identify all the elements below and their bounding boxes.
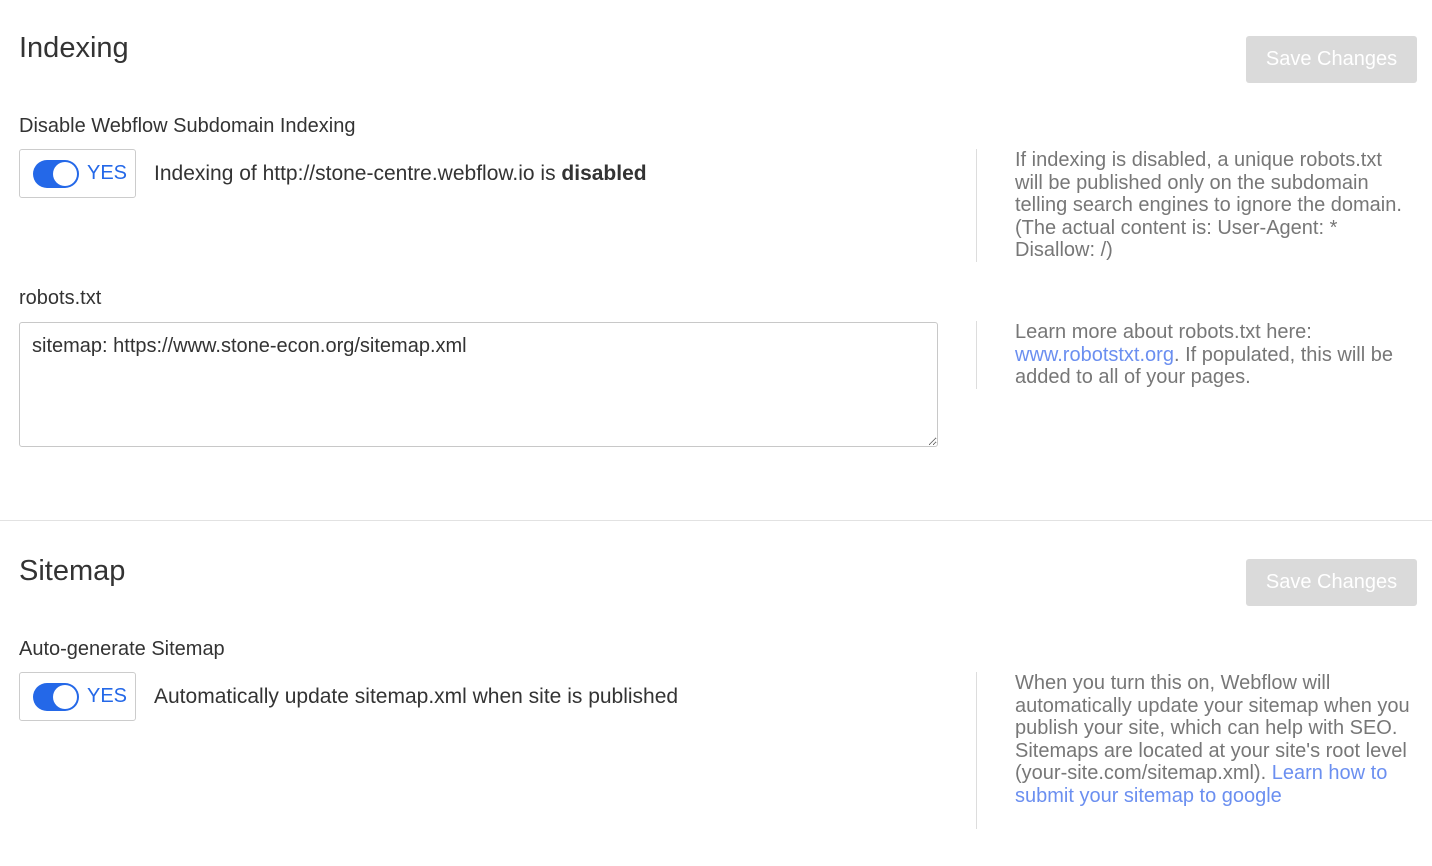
toggle-knob: [53, 162, 77, 186]
toggle-label: YES: [87, 685, 128, 707]
robots-textarea[interactable]: sitemap: https://www.stone-econ.org/site…: [19, 322, 938, 447]
indexing-status-text: Indexing of http://stone-centre.webflow.…: [154, 162, 647, 186]
toggle-switch-on-icon[interactable]: [33, 160, 79, 188]
auto-sitemap-label: Auto-generate Sitemap: [19, 638, 225, 660]
subdomain-indexing-toggle[interactable]: YES: [19, 149, 136, 198]
toggle-label: YES: [87, 162, 128, 184]
subdomain-indexing-label: Disable Webflow Subdomain Indexing: [19, 115, 356, 137]
indexing-title: Indexing: [19, 32, 129, 64]
robotstxt-link[interactable]: www.robotstxt.org: [1015, 344, 1174, 366]
auto-sitemap-toggle[interactable]: YES: [19, 672, 136, 721]
robots-help-text: Learn more about robots.txt here: www.ro…: [976, 321, 1415, 389]
indexing-status-value: disabled: [561, 162, 647, 185]
section-divider: [0, 520, 1432, 521]
indexing-status-prefix: Indexing of http://stone-centre.webflow.…: [154, 162, 562, 185]
robots-help-prefix: Learn more about robots.txt here:: [1015, 321, 1312, 343]
toggle-knob: [53, 685, 77, 709]
toggle-switch-on-icon[interactable]: [33, 683, 79, 711]
indexing-help-text: If indexing is disabled, a unique robots…: [976, 149, 1415, 262]
indexing-save-button[interactable]: Save Changes: [1246, 36, 1417, 83]
sitemap-status-text: Automatically update sitemap.xml when si…: [154, 685, 679, 708]
sitemap-title: Sitemap: [19, 555, 126, 587]
sitemap-help-text: When you turn this on, Webflow will auto…: [976, 672, 1415, 829]
sitemap-save-button[interactable]: Save Changes: [1246, 559, 1417, 606]
robots-label: robots.txt: [19, 287, 102, 309]
